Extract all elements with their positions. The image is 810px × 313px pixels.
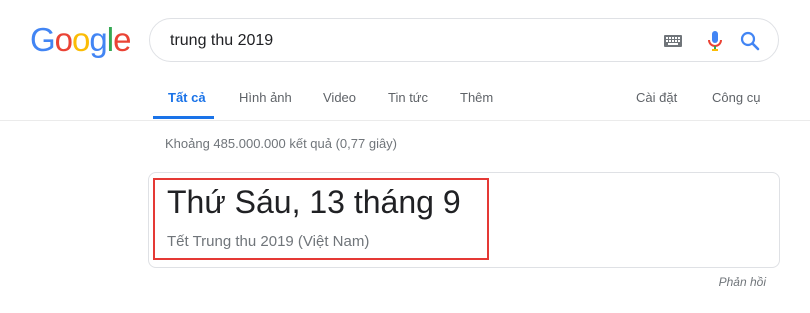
search-tabs: Tất cả Hình ảnh Video Tin tức Thêm Cài đ… <box>0 79 810 121</box>
logo-letter-g: G <box>30 21 56 58</box>
search-icon[interactable] <box>738 29 762 53</box>
answer-date: Thứ Sáu, 13 tháng 9 <box>167 184 461 220</box>
tab-images[interactable]: Hình ảnh <box>239 90 292 105</box>
tab-video[interactable]: Video <box>323 90 356 105</box>
tab-news[interactable]: Tin tức <box>388 90 428 105</box>
keyboard-icon[interactable] <box>664 35 682 47</box>
mic-icon[interactable] <box>703 29 727 53</box>
tab-settings[interactable]: Cài đặt <box>636 90 677 105</box>
answer-subtitle: Tết Trung thu 2019 (Việt Nam) <box>167 233 370 250</box>
logo-letter-o1: o <box>54 21 73 58</box>
tab-all[interactable]: Tất cả <box>168 90 206 105</box>
search-box[interactable] <box>149 18 779 62</box>
tab-tools[interactable]: Công cụ <box>712 90 760 105</box>
logo-letter-e: e <box>113 21 131 58</box>
google-logo[interactable]: Google <box>30 20 131 60</box>
tab-more[interactable]: Thêm <box>460 90 493 105</box>
result-stats: Khoảng 485.000.000 kết quả (0,77 giây) <box>165 136 398 151</box>
active-tab-indicator <box>153 116 214 119</box>
search-input[interactable] <box>170 30 630 52</box>
logo-letter-g2: g <box>89 21 107 58</box>
logo-letter-o2: o <box>72 21 90 58</box>
feedback-link[interactable]: Phản hồi <box>719 275 766 289</box>
